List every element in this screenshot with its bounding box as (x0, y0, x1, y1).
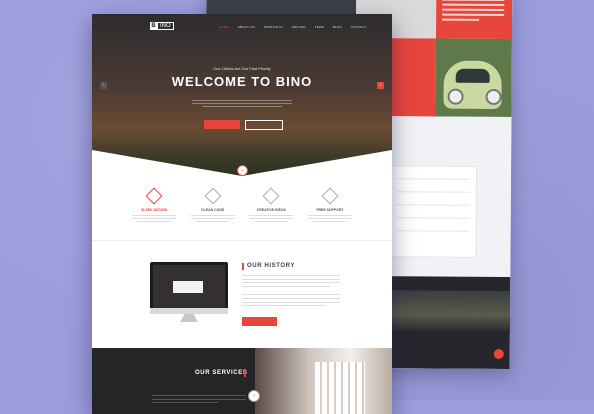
nav-item-blog[interactable]: BLOG (333, 25, 342, 29)
main-nav: HOME ABOUT US PORTFOLIO PRICING TEAM BLO… (219, 25, 367, 29)
feature-title: CLEAN CODE (201, 208, 225, 212)
services-text (152, 395, 246, 406)
feature-item: CREATIVE IDEAS (247, 187, 295, 224)
feature-title: SLEEK DESIGN (140, 208, 168, 212)
logo[interactable]: B INO (150, 22, 174, 30)
support-icon (321, 187, 339, 205)
hero-tagline: Our Clients Are Our First Priority (213, 66, 271, 71)
feature-title: FREE SUPPORT (316, 208, 344, 212)
hero-secondary-button[interactable] (245, 120, 283, 130)
logo-letter: B (150, 22, 157, 30)
nav-item-portfolio[interactable]: PORTFOLIO (264, 25, 283, 29)
feature-item: CLEAN CODE (189, 187, 237, 224)
services-photo (255, 348, 392, 414)
nav-item-home[interactable]: HOME (219, 25, 229, 29)
monitor-stand (180, 314, 198, 322)
monitor-image (150, 262, 228, 314)
nav-item-team[interactable]: TEAM (315, 25, 324, 29)
section-divider (92, 240, 392, 241)
history-text (242, 275, 340, 309)
bulb-icon (262, 187, 280, 205)
back-scroll-top-button[interactable] (493, 348, 504, 360)
hero-primary-button[interactable] (204, 120, 240, 129)
features-row: SLEEK DESIGN CLEAN CODE CREATIVE IDEAS F… (130, 187, 354, 224)
diamond-icon (145, 187, 163, 205)
front-page-mockup: B INO HOME ABOUT US PORTFOLIO PRICING TE… (92, 14, 392, 414)
logo-text: INO (157, 22, 174, 30)
feature-title: CREATIVE IDEAS (256, 208, 286, 212)
feature-item: FREE SUPPORT (306, 187, 354, 224)
history-accent-bar (242, 263, 244, 270)
back-car-photo (435, 38, 512, 118)
nav-item-pricing[interactable]: PRICING (292, 25, 306, 29)
hero-title: WELCOME TO BINO (171, 74, 313, 89)
services-accent-bar (244, 370, 246, 377)
nav-item-contact[interactable]: CONTACT (351, 25, 367, 29)
back-form-card (389, 165, 478, 258)
scroll-down-icon[interactable]: ⌄ (237, 165, 248, 176)
nav-item-about[interactable]: ABOUT US (238, 25, 255, 29)
feature-item: SLEEK DESIGN (130, 187, 178, 224)
hero-paragraph (192, 100, 292, 109)
code-icon (204, 187, 222, 205)
history-read-more-button[interactable] (242, 317, 277, 326)
services-title: OUR SERVICES (195, 370, 248, 376)
services-icon[interactable]: ○ (248, 390, 260, 402)
back-text-lines (442, 0, 505, 24)
hero-section (92, 14, 392, 176)
history-title: OUR HISTORY (247, 263, 295, 269)
